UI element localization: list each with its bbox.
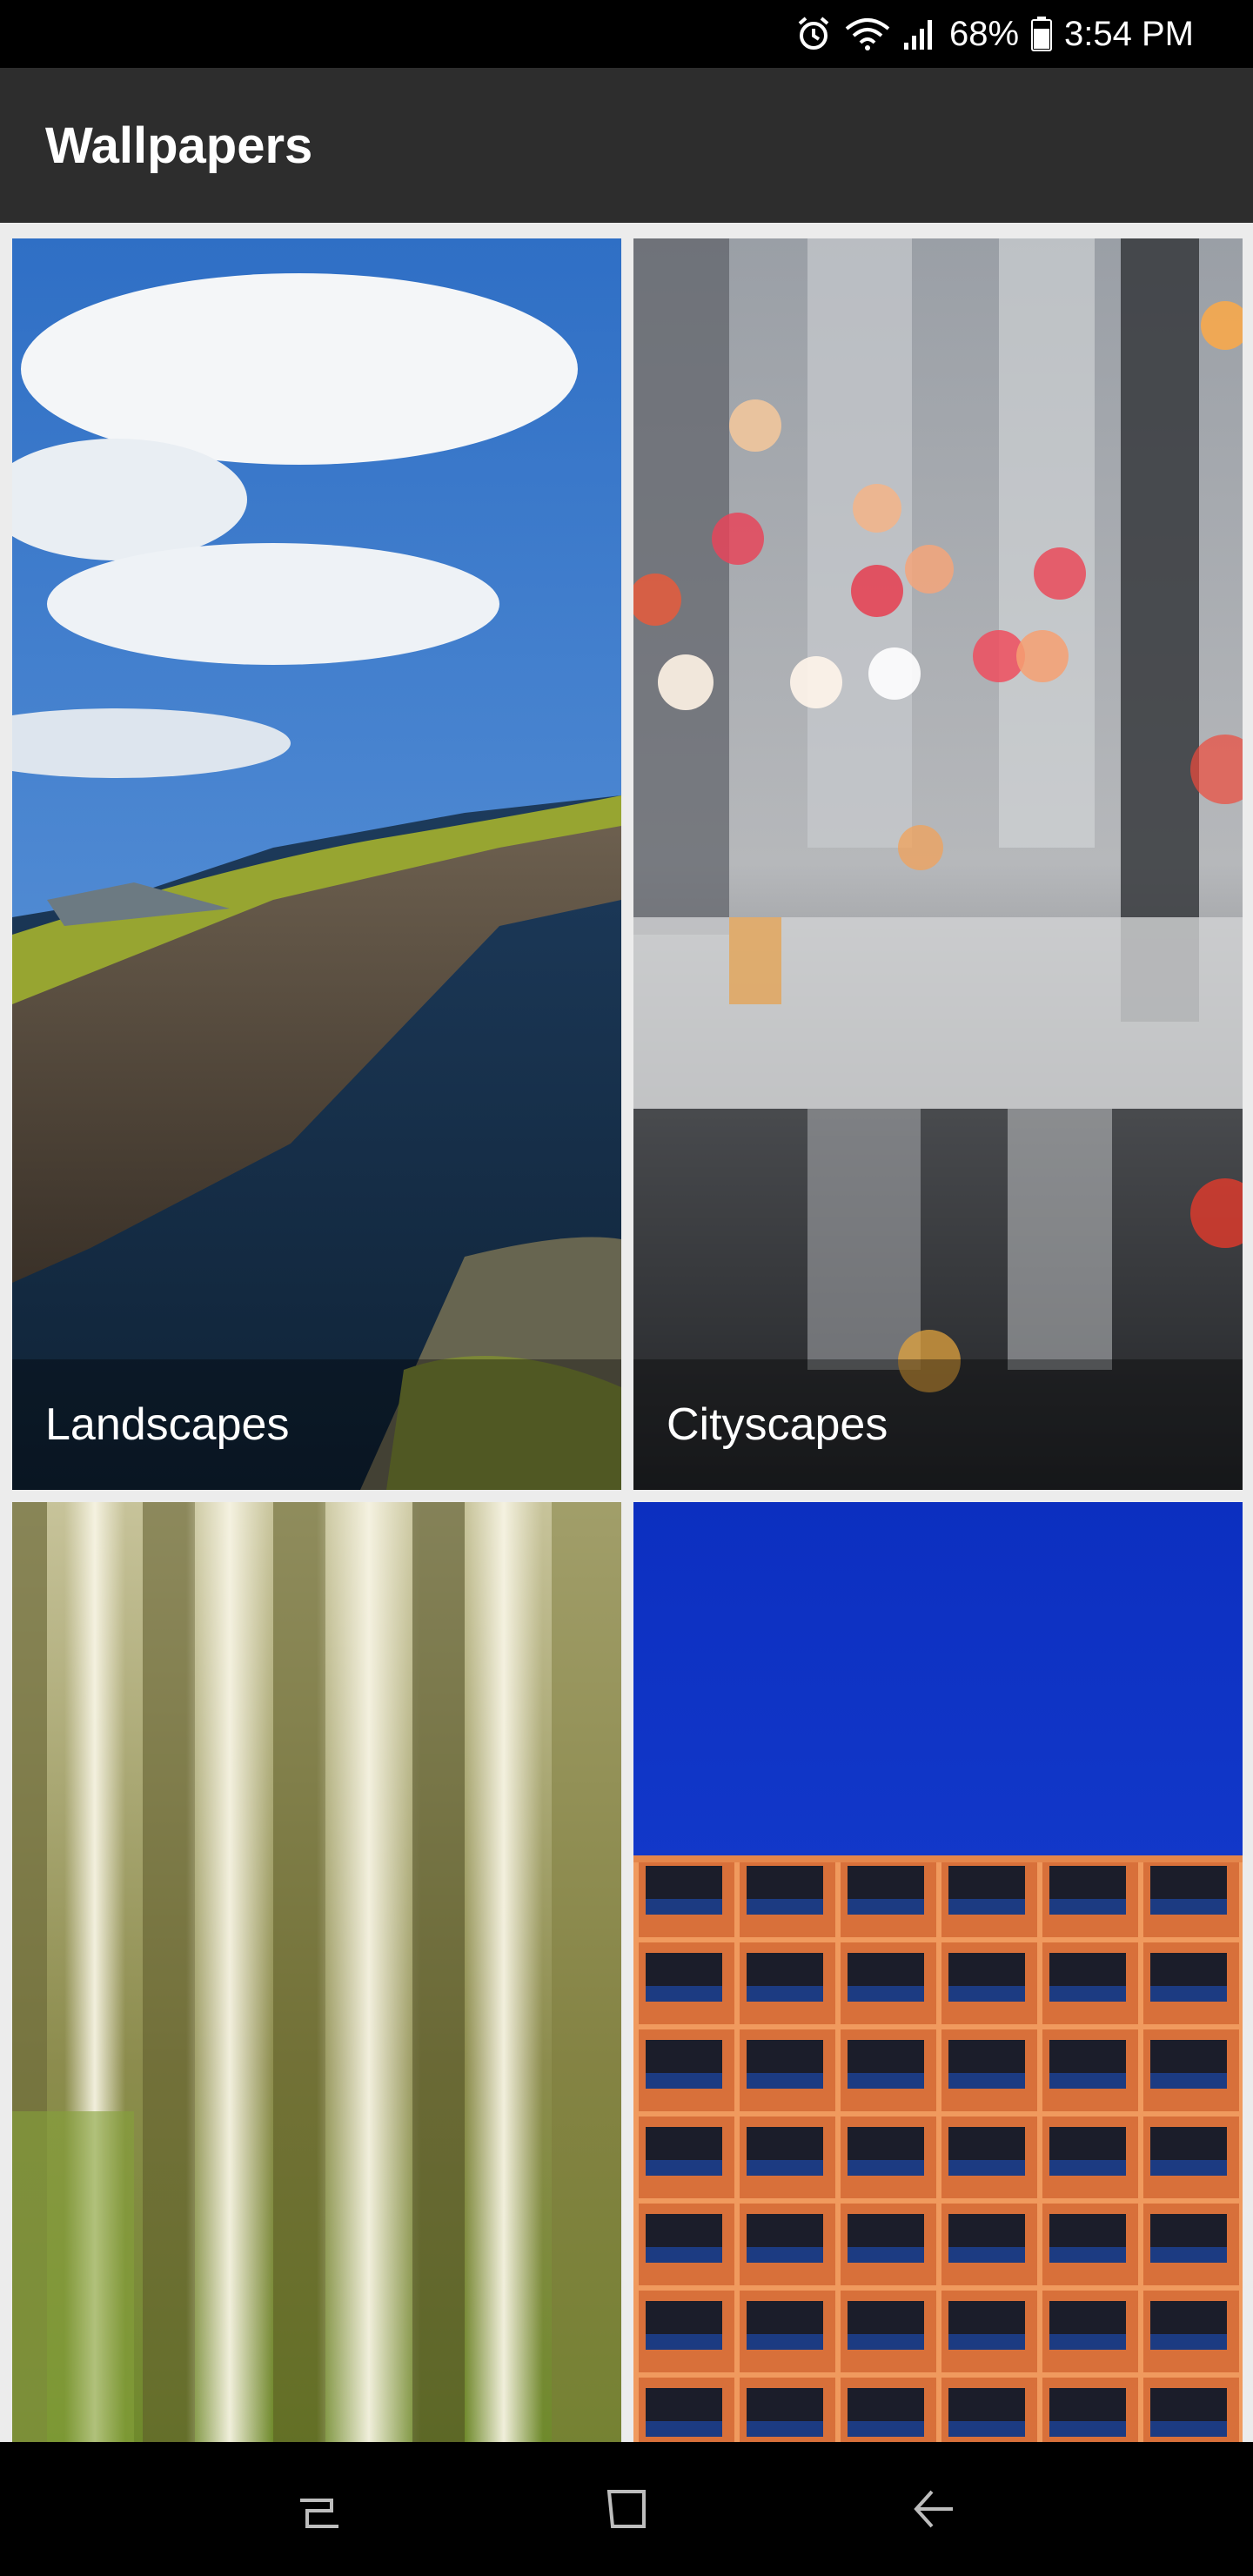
navigation-bar bbox=[0, 2442, 1253, 2576]
grid-divider bbox=[0, 223, 1253, 238]
category-tile-architecture[interactable] bbox=[633, 1502, 1243, 2442]
wifi-icon bbox=[845, 17, 890, 51]
category-tile-landscapes[interactable]: Landscapes bbox=[12, 238, 621, 1490]
tile-label: Cityscapes bbox=[667, 1399, 888, 1450]
status-bar: 68% 3:54 PM bbox=[0, 0, 1253, 68]
battery-percent: 68% bbox=[948, 15, 1020, 53]
tile-label: Landscapes bbox=[45, 1399, 290, 1450]
clock: 3:54 PM bbox=[1064, 15, 1194, 53]
tile-caption: Landscapes bbox=[12, 1359, 621, 1490]
back-icon[interactable] bbox=[886, 2461, 982, 2557]
battery-icon bbox=[1031, 17, 1053, 51]
cityscape-image bbox=[633, 238, 1243, 1490]
alarm-icon bbox=[794, 15, 833, 53]
architecture-image bbox=[633, 1502, 1243, 2442]
category-tile-forest[interactable] bbox=[12, 1502, 621, 2442]
category-tile-cityscapes[interactable]: Cityscapes bbox=[633, 238, 1243, 1490]
signal-icon bbox=[902, 17, 937, 51]
home-icon[interactable] bbox=[579, 2461, 674, 2557]
landscape-image bbox=[12, 238, 621, 1490]
tile-caption: Cityscapes bbox=[633, 1359, 1243, 1490]
app-bar: Wallpapers bbox=[0, 68, 1253, 223]
forest-image bbox=[12, 1502, 621, 2442]
recents-icon[interactable] bbox=[271, 2461, 367, 2557]
page-title: Wallpapers bbox=[45, 117, 313, 174]
